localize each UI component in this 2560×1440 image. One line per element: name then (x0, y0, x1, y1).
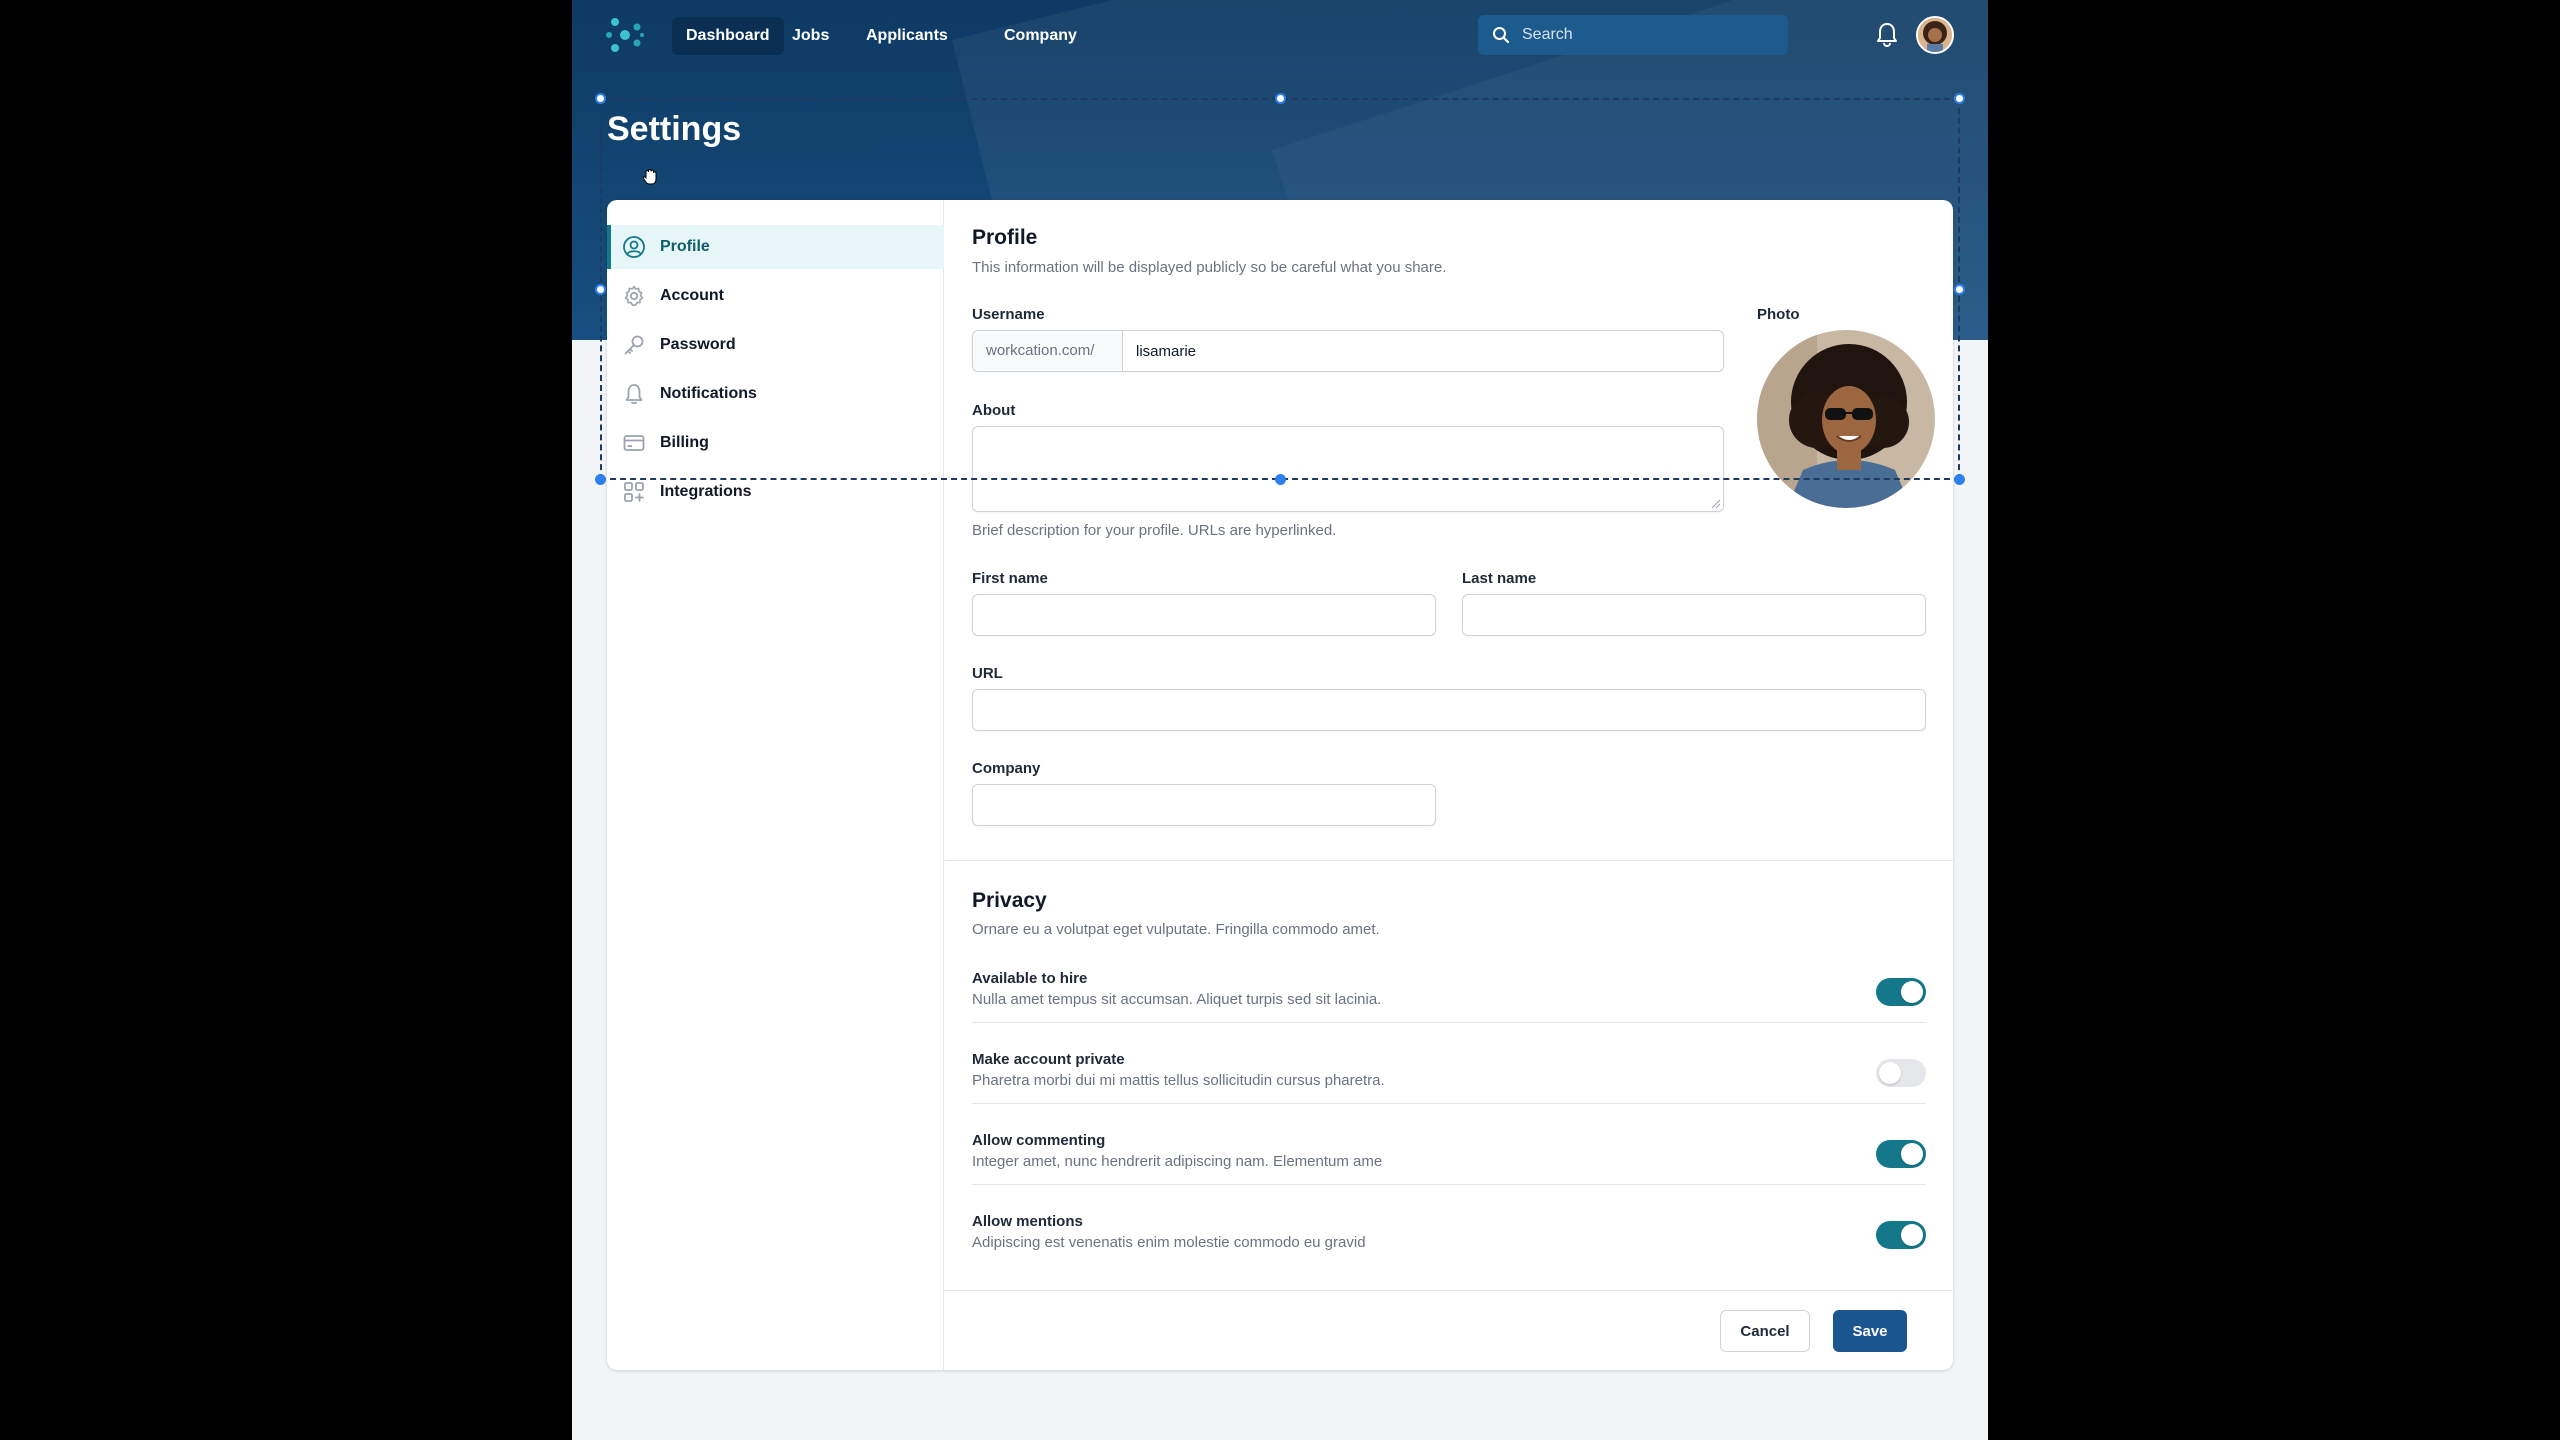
settings-card: Profile Account Password Notifications B… (607, 200, 1953, 1370)
search-icon (1493, 27, 1510, 44)
username-label: Username (972, 306, 1045, 323)
last-name-input[interactable] (1463, 595, 1925, 635)
sidebar-item-notifications[interactable]: Notifications (607, 372, 944, 416)
workcation-logo-icon[interactable] (606, 17, 644, 53)
profile-photo[interactable] (1757, 330, 1935, 508)
settings-main: Profile This information will be display… (945, 200, 1953, 1370)
first-name-input[interactable] (973, 595, 1435, 635)
cancel-button[interactable]: Cancel (1720, 1310, 1810, 1352)
nav-dashboard[interactable]: Dashboard (672, 17, 784, 55)
user-circle-icon (623, 236, 645, 258)
first-name-field (972, 594, 1436, 636)
credit-card-icon (623, 435, 645, 451)
resize-handle-bottom-left[interactable] (595, 474, 606, 485)
nav-applicants[interactable]: Applicants (852, 17, 962, 55)
about-textarea[interactable] (973, 427, 1723, 511)
privacy-section-title: Privacy (972, 889, 1047, 912)
apps-icon (624, 482, 644, 502)
about-field (972, 426, 1724, 512)
photo-label: Photo (1757, 306, 1800, 323)
last-name-field (1462, 594, 1926, 636)
key-icon (624, 335, 644, 355)
company-field (972, 784, 1436, 826)
first-name-label: First name (972, 570, 1048, 587)
search-box[interactable] (1478, 15, 1788, 55)
privacy-item-description: Pharetra morbi dui mi mattis tellus soll… (972, 1072, 1385, 1089)
url-input[interactable] (973, 690, 1925, 730)
sidebar-item-label: Notifications (660, 385, 757, 402)
resize-handle-bottom-right[interactable] (1954, 474, 1965, 485)
url-field (972, 689, 1926, 731)
about-help-text: Brief description for your profile. URLs… (972, 522, 1337, 539)
make-account-private-toggle[interactable] (1876, 1059, 1926, 1087)
privacy-row-available-to-hire: Available to hire Nulla amet tempus sit … (972, 970, 1926, 1050)
privacy-item-description: Adipiscing est venenatis enim molestie c… (972, 1234, 1366, 1251)
page-title: Settings (607, 110, 742, 148)
company-input[interactable] (973, 785, 1435, 825)
about-label: About (972, 402, 1016, 419)
sidebar-item-label: Profile (660, 238, 710, 255)
bell-icon (625, 384, 643, 405)
sidebar-item-label: Integrations (660, 483, 752, 500)
profile-section-title: Profile (972, 226, 1038, 249)
privacy-item-title: Make account private (972, 1051, 1125, 1068)
privacy-item-description: Nulla amet tempus sit accumsan. Aliquet … (972, 991, 1382, 1008)
nav-company[interactable]: Company (990, 17, 1091, 55)
username-prefix: workcation.com/ (973, 331, 1123, 371)
privacy-item-title: Allow mentions (972, 1213, 1083, 1230)
settings-sidebar: Profile Account Password Notifications B… (607, 200, 944, 1370)
notifications-bell-icon[interactable] (1876, 22, 1898, 48)
nav-jobs[interactable]: Jobs (778, 17, 843, 55)
privacy-row-allow-mentions: Allow mentions Adipiscing est venenatis … (972, 1213, 1926, 1293)
sidebar-item-label: Password (660, 336, 736, 353)
username-input[interactable] (1123, 331, 1723, 371)
sidebar-item-account[interactable]: Account (607, 274, 944, 318)
sidebar-item-integrations[interactable]: Integrations (607, 470, 944, 514)
sidebar-item-label: Account (660, 287, 724, 304)
allow-mentions-toggle[interactable] (1876, 1221, 1926, 1249)
available-to-hire-toggle[interactable] (1876, 978, 1926, 1006)
privacy-item-title: Available to hire (972, 970, 1088, 987)
footer-divider (945, 1290, 1953, 1291)
top-navigation: Dashboard Jobs Applicants Company (572, 0, 1988, 70)
gear-icon (624, 285, 644, 306)
privacy-row-make-account-private: Make account private Pharetra morbi dui … (972, 1051, 1926, 1131)
url-label: URL (972, 665, 1003, 682)
sidebar-item-label: Billing (660, 434, 709, 451)
privacy-item-description: Integer amet, nunc hendrerit adipiscing … (972, 1153, 1383, 1170)
last-name-label: Last name (1462, 570, 1537, 587)
privacy-section-description: Ornare eu a volutpat eget vulputate. Fri… (972, 921, 1380, 938)
search-input[interactable] (1522, 15, 1772, 55)
user-avatar[interactable] (1916, 16, 1954, 54)
resize-handle-icon[interactable] (1711, 499, 1721, 509)
sidebar-item-profile[interactable]: Profile (607, 225, 944, 269)
section-divider (945, 860, 1953, 861)
app-window: Dashboard Jobs Applicants Company Settin… (572, 0, 1988, 1440)
company-label: Company (972, 760, 1041, 777)
privacy-row-allow-commenting: Allow commenting Integer amet, nunc hend… (972, 1132, 1926, 1212)
sidebar-item-billing[interactable]: Billing (607, 421, 944, 465)
grab-cursor-icon (642, 168, 657, 185)
sidebar-item-password[interactable]: Password (607, 323, 944, 367)
save-button[interactable]: Save (1833, 1310, 1907, 1352)
privacy-item-title: Allow commenting (972, 1132, 1106, 1149)
allow-commenting-toggle[interactable] (1876, 1140, 1926, 1168)
username-field: workcation.com/ (972, 330, 1724, 372)
profile-section-description: This information will be displayed publi… (972, 259, 1447, 276)
